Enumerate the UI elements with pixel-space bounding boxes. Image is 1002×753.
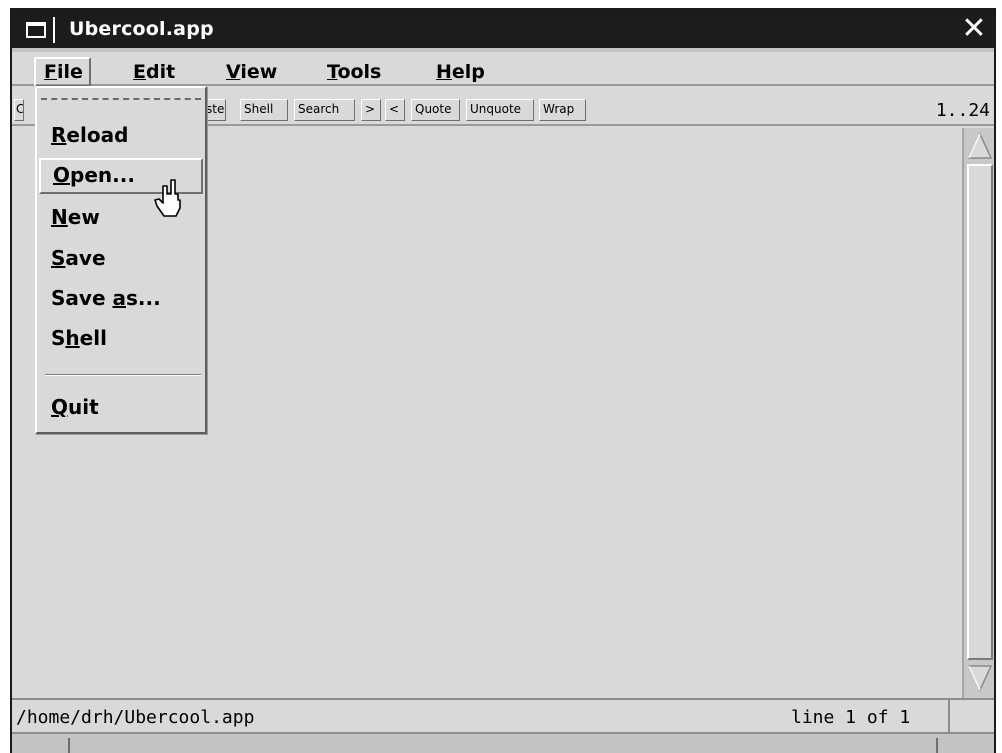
menu-item-shell[interactable]: Shell <box>39 321 203 357</box>
line-range-indicator: 1..24 <box>935 100 990 121</box>
scroll-down-arrow-icon[interactable] <box>967 664 993 692</box>
toolbar-button-shell[interactable]: Shell <box>240 99 288 121</box>
menu-separator <box>45 374 201 376</box>
window-menu-icon[interactable] <box>18 17 55 43</box>
close-button[interactable]: ✕ <box>954 10 994 48</box>
file-path: /home/drh/Ubercool.app <box>16 707 255 728</box>
menu-item-save[interactable]: Save <box>39 241 203 277</box>
title-bar[interactable]: Ubercool.app ✕ <box>12 10 994 48</box>
close-icon: ✕ <box>961 11 987 46</box>
vertical-scrollbar[interactable] <box>962 128 994 698</box>
toolbar-button-quote[interactable]: Quote <box>411 99 460 121</box>
menu-item-save-as[interactable]: Save as... <box>39 281 203 317</box>
menu-tearoff[interactable] <box>41 98 201 100</box>
bottom-scrollbar[interactable] <box>12 734 994 753</box>
pointer-hand-icon <box>154 179 181 217</box>
scroll-up-arrow-icon[interactable] <box>967 132 993 160</box>
menu-bar: File Edit View Tools Help <box>12 48 994 87</box>
menu-help[interactable]: Help <box>436 61 485 83</box>
file-dropdown-menu: Reload Open... New Save Save as... Shell… <box>35 86 207 434</box>
toolbar-button-prev[interactable]: < <box>385 99 405 121</box>
menu-item-quit[interactable]: Quit <box>39 390 203 426</box>
window-title: Ubercool.app <box>69 18 214 40</box>
toolbar-button-search[interactable]: Search <box>294 99 355 121</box>
status-corner <box>948 700 994 734</box>
status-bar: /home/drh/Ubercool.app line 1 of 1 <box>12 698 994 734</box>
menu-edit[interactable]: Edit <box>133 61 175 83</box>
line-indicator: line 1 of 1 <box>791 707 911 728</box>
bottom-divider-left <box>68 738 70 753</box>
menu-item-reload[interactable]: Reload <box>39 118 203 154</box>
toolbar-button-unquote[interactable]: Unquote <box>466 99 534 121</box>
menu-tools[interactable]: Tools <box>327 61 381 83</box>
bottom-divider-right <box>936 738 938 753</box>
menu-view[interactable]: View <box>226 61 277 83</box>
toolbar-button-partial[interactable]: C <box>14 99 24 121</box>
toolbar-button-wrap[interactable]: Wrap <box>539 99 586 121</box>
menu-file[interactable]: File <box>34 57 91 87</box>
toolbar-button-next[interactable]: > <box>361 99 381 121</box>
scroll-thumb[interactable] <box>967 164 993 660</box>
